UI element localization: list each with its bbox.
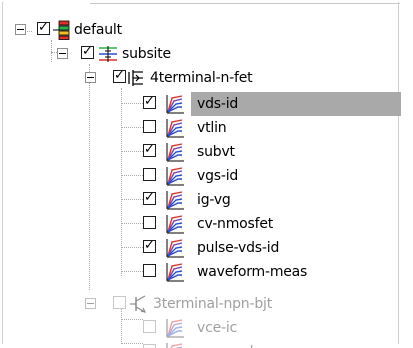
bjt-transistor-icon [130,295,147,313]
tree-node-vtlin[interactable]: vtlin [3,116,401,140]
node-label: vgs-id [197,168,239,184]
tree-view[interactable]: default subsite [3,10,401,348]
node-checkbox[interactable] [113,66,126,86]
collapse-icon[interactable] [85,298,96,309]
node-checkbox[interactable] [143,344,156,348]
node-label: gummel [197,340,254,348]
tree-node-vgs-id[interactable]: vgs-id [3,164,401,188]
tree-node-default[interactable]: default [3,18,401,42]
graph-curves-icon [166,191,184,210]
node-checkbox[interactable] [143,120,156,133]
tree-node-4terminal-n-fet[interactable]: 4terminal-n-fet [3,66,401,90]
node-checkbox[interactable] [143,320,156,333]
tree-node-cv-nmosfet[interactable]: cv-nmosfet [3,212,401,236]
node-label: subvt [197,144,235,160]
tree-node-subvt[interactable]: subvt [3,140,401,164]
tree-node-pulse-vds-id[interactable]: pulse-vds-id [3,236,401,260]
node-label: 3terminal-npn-bjt [153,296,272,312]
node-checkbox[interactable] [143,236,156,256]
graph-curves-icon [166,95,184,114]
node-checkbox[interactable] [143,188,156,208]
node-checkbox[interactable] [143,216,156,229]
node-label: waveform-meas [197,264,308,280]
tree-view-frame: default subsite [2,2,401,348]
node-label: ig-vg [197,192,231,208]
nfet-transistor-icon [128,70,143,86]
node-label: default [74,22,122,38]
tree-node-gummel[interactable]: gummel [3,340,401,348]
graph-curves-icon [166,263,184,282]
graph-curves-icon [166,215,184,234]
graph-curves-icon [166,239,184,258]
node-checkbox[interactable] [37,18,50,38]
collapse-icon[interactable] [15,24,26,35]
node-checkbox[interactable] [81,42,94,62]
tree-node-vds-id[interactable]: vds-id [3,92,401,116]
node-checkbox[interactable] [143,264,156,277]
node-label: vds-id [197,96,239,112]
collapse-icon[interactable] [85,72,96,83]
node-checkbox[interactable] [113,296,126,309]
tree-node-ig-vg[interactable]: ig-vg [3,188,401,212]
tree-hierarchy-icon [53,20,70,40]
node-label: cv-nmosfet [197,216,274,232]
graph-curves-icon [166,143,184,162]
graph-curves-icon [166,343,183,348]
node-label: vce-ic [197,320,238,336]
probe-circuit-icon [99,46,117,62]
graph-curves-icon [166,167,184,186]
node-label: pulse-vds-id [197,240,280,256]
tree-node-vce-ic[interactable]: vce-ic [3,316,401,340]
node-checkbox[interactable] [143,92,156,112]
node-checkbox[interactable] [143,140,156,160]
node-label: vtlin [197,120,227,136]
tree-node-subsite[interactable]: subsite [3,42,401,66]
node-label: subsite [122,46,171,62]
graph-curves-icon [166,319,184,338]
tree-node-waveform-meas[interactable]: waveform-meas [3,260,401,284]
tree-node-3terminal-npn-bjt[interactable]: 3terminal-npn-bjt [3,292,401,316]
graph-curves-icon [166,119,184,138]
node-checkbox[interactable] [143,168,156,181]
collapse-icon[interactable] [57,48,68,59]
node-label: 4terminal-n-fet [150,70,253,86]
